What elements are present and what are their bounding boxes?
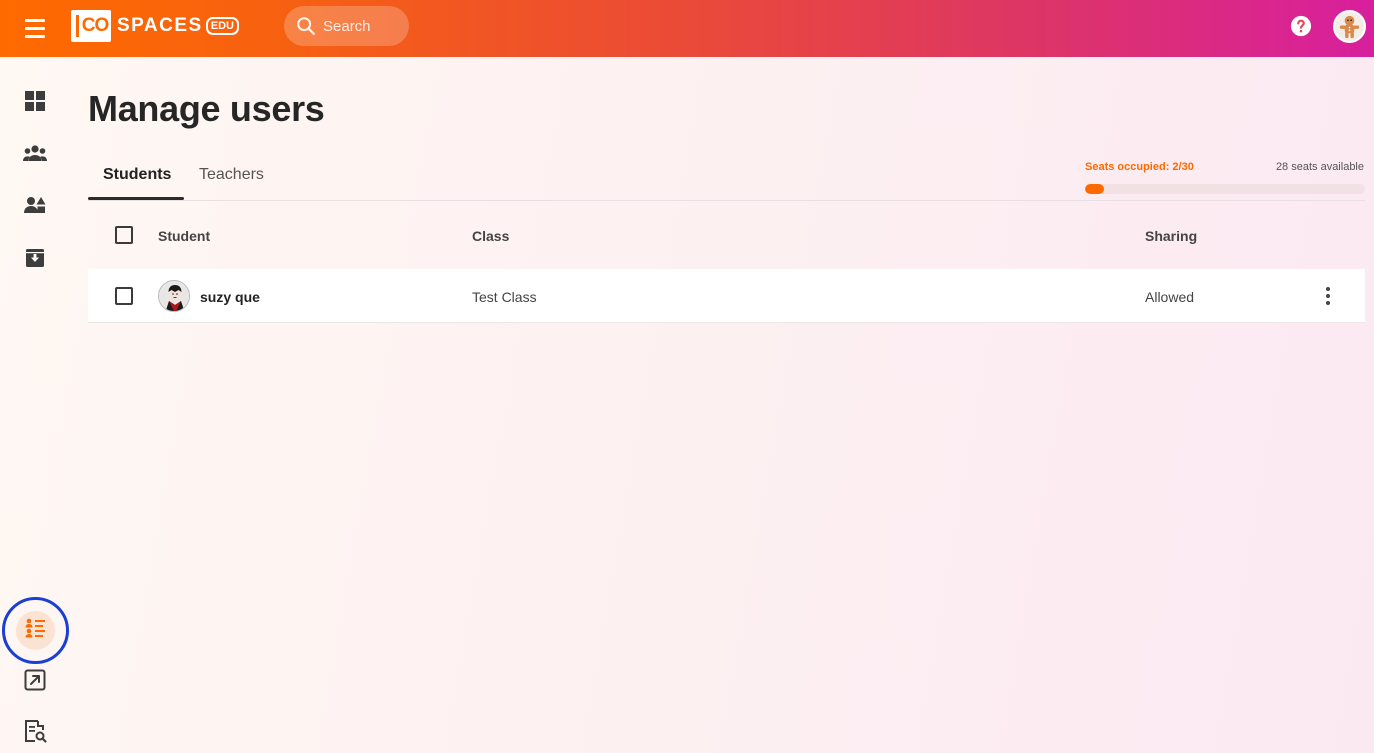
gingerbread-avatar-icon [1339, 15, 1360, 39]
dashboard-grid-icon[interactable] [22, 88, 48, 114]
tab-teachers[interactable]: Teachers [199, 166, 264, 184]
seats-progress-bar [1085, 184, 1365, 194]
student-avatar [158, 280, 190, 312]
help-icon[interactable] [1290, 15, 1312, 37]
users-shapes-icon[interactable] [22, 192, 48, 218]
user-list-icon[interactable] [22, 615, 48, 641]
menu-icon[interactable] [20, 16, 50, 40]
logo-edu-badge: EDU [205, 17, 239, 35]
table-row[interactable]: suzy que Test Class Allowed [88, 269, 1365, 323]
classes-people-icon[interactable] [22, 141, 48, 167]
seats-occupied-label: Seats occupied: 2/30 [1085, 161, 1194, 173]
cospaces-logo[interactable]: CO SPACES EDU [71, 10, 239, 42]
seats-available-label: 28 seats available [1275, 161, 1364, 173]
column-header-class[interactable]: Class [472, 228, 509, 244]
search-input[interactable] [323, 17, 403, 35]
logo-mark: CO [71, 10, 111, 42]
tab-students[interactable]: Students [103, 166, 171, 184]
logo-text: SPACES [117, 15, 203, 36]
row-checkbox[interactable] [115, 287, 133, 305]
tabs-divider [88, 200, 1365, 201]
vampire-avatar-icon [159, 281, 189, 311]
archive-box-icon[interactable] [22, 245, 48, 271]
document-search-icon[interactable] [22, 718, 48, 744]
more-options-icon[interactable] [1318, 285, 1338, 307]
user-avatar[interactable] [1333, 10, 1366, 43]
column-header-student[interactable]: Student [158, 228, 210, 244]
select-all-checkbox[interactable] [115, 226, 133, 244]
student-sharing-status: Allowed [1145, 289, 1195, 305]
page-title: Manage users [88, 88, 325, 129]
student-class: Test Class [472, 289, 537, 305]
top-bar: CO SPACES EDU [0, 0, 1374, 57]
seats-progress-fill [1085, 184, 1104, 194]
search-icon [297, 17, 315, 35]
column-header-sharing[interactable]: Sharing [1145, 228, 1197, 244]
external-link-icon[interactable] [22, 667, 48, 693]
student-name[interactable]: suzy que [200, 289, 260, 305]
search-box[interactable] [284, 6, 409, 46]
